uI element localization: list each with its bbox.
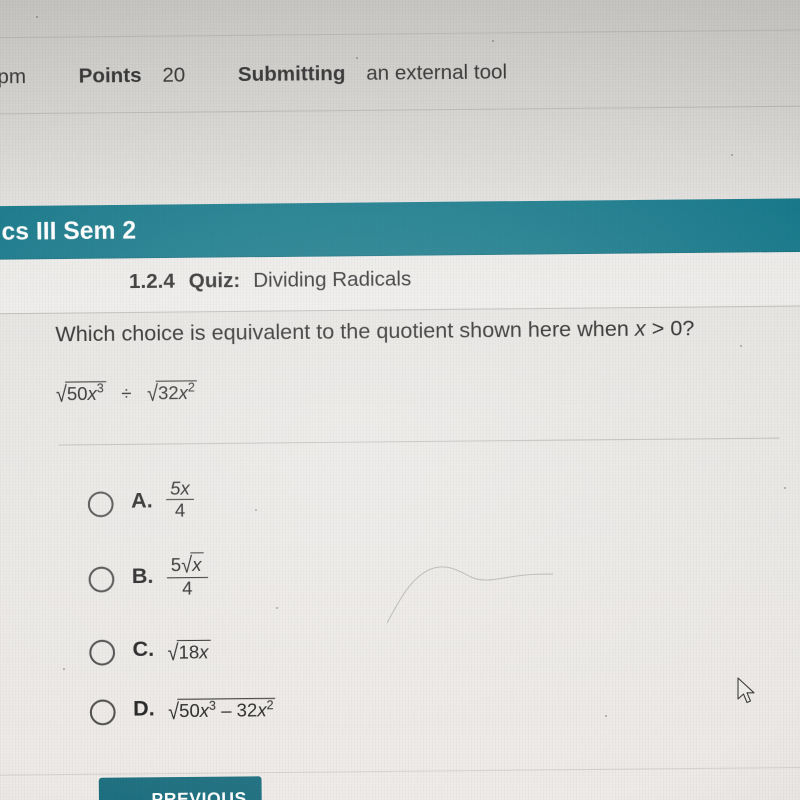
divider-footer <box>0 766 800 777</box>
fraction-a: 5x 4 <box>166 478 195 522</box>
choice-letter-c: C. <box>132 637 155 662</box>
choice-letter-d: D. <box>132 696 155 721</box>
radical-right: √32x2 <box>146 380 198 407</box>
radio-button-d[interactable] <box>89 699 116 726</box>
question-variable: x <box>634 317 646 342</box>
quiz-number: 1.2.4 <box>128 270 175 294</box>
radicand-c-var: x <box>199 641 209 663</box>
radicand-right-var: x <box>178 382 188 404</box>
divider-meta-bottom <box>0 105 800 115</box>
radio-button-b[interactable] <box>88 566 115 593</box>
arrow-left-icon: ← <box>117 785 142 800</box>
fraction-b-denominator: 4 <box>166 576 208 599</box>
previous-button-label: PREVIOUS <box>151 788 247 800</box>
radicand-left: 50x3 <box>64 381 106 406</box>
radical-sign-icon: √ <box>181 552 193 579</box>
fraction-b-numerator: 5√x <box>167 552 208 579</box>
divider-above-choices <box>58 437 780 446</box>
course-banner-title: tics III Sem 2 <box>0 217 137 247</box>
question-expression: √50x3 ÷ √32x2 <box>55 380 198 408</box>
radical-b: √x <box>181 552 204 579</box>
quiz-type-label: Quiz: <box>188 269 241 293</box>
radical-sign-icon: √ <box>167 640 179 667</box>
radicand-left-exponent: 3 <box>96 381 104 396</box>
due-date-value: y 11:59pm <box>0 65 27 90</box>
radicand-d-coeff-1: 50 <box>179 700 200 722</box>
points-value: 20 <box>162 64 186 88</box>
radical-sign-icon: √ <box>146 381 159 407</box>
choice-b-value: 5√x 4 <box>166 552 208 599</box>
previous-button[interactable]: ← PREVIOUS <box>98 776 262 800</box>
assignment-meta-row: y 11:59pm Points 20 Submitting an extern… <box>0 54 800 93</box>
fraction-b: 5√x 4 <box>166 552 208 599</box>
radicand-c: 18x <box>176 639 211 664</box>
page-title: viding Radicals <box>0 0 530 3</box>
radicand-right-exponent: 2 <box>187 380 195 395</box>
quiz-name: Dividing Radicals <box>253 268 412 293</box>
quiz-header: 1.2.4 Quiz: Dividing Radicals <box>129 268 411 294</box>
points-label: Points <box>78 64 142 88</box>
radicand-d-var-2: x <box>257 699 267 721</box>
radicand-d-coeff-2: 32 <box>236 700 258 721</box>
radical-sign-icon: √ <box>168 699 180 725</box>
submitting-label: Submitting <box>237 62 346 87</box>
question-text-before: Which choice is equivalent to the quotie… <box>55 317 635 347</box>
question-text-after: > 0? <box>645 316 695 341</box>
choice-d-value: √50x3–32x2 <box>168 697 276 725</box>
choice-letter-a: A. <box>130 488 153 513</box>
course-banner: tics III Sem 2 <box>0 198 800 261</box>
choice-c-value: √18x <box>167 639 211 667</box>
divider-top <box>0 28 800 39</box>
fraction-a-denominator: 4 <box>166 498 195 522</box>
radicand-right: 32x2 <box>155 380 198 405</box>
page-title-container: viding Radicals <box>0 0 530 3</box>
radical-left: √50x3 <box>55 381 106 408</box>
expression-operator: ÷ <box>121 383 132 404</box>
radicand-d-exponent-2: 2 <box>266 697 274 713</box>
radicand-d-operator: – <box>221 700 232 722</box>
radicand-left-coeff: 50 <box>66 383 88 405</box>
radicand-c-coeff: 18 <box>178 641 200 663</box>
radio-button-a[interactable] <box>87 491 114 518</box>
radical-d: √50x3–32x2 <box>168 697 276 725</box>
radicand-d-var-1: x <box>199 700 210 722</box>
radical-sign-icon: √ <box>55 382 68 408</box>
radicand-left-var: x <box>87 383 97 405</box>
quiz-page: viding Radicals y 11:59pm Points 20 Subm… <box>0 0 800 800</box>
radio-button-c[interactable] <box>89 639 116 666</box>
question-prompt: Which choice is equivalent to the quotie… <box>55 317 694 348</box>
choice-letter-b: B. <box>131 564 154 588</box>
screenshot-canvas: viding Radicals y 11:59pm Points 20 Subm… <box>0 0 800 800</box>
radicand-d-exponent-1: 3 <box>208 698 217 713</box>
submitting-value: an external tool <box>366 61 508 86</box>
radical-c: √18x <box>167 639 211 667</box>
radicand-d: 50x3–32x2 <box>176 697 276 723</box>
radicand-right-coeff: 32 <box>157 382 179 404</box>
fraction-a-numerator: 5x <box>170 478 190 500</box>
choice-a-value: 5x 4 <box>166 478 195 522</box>
fraction-b-coefficient: 5 <box>170 554 182 576</box>
